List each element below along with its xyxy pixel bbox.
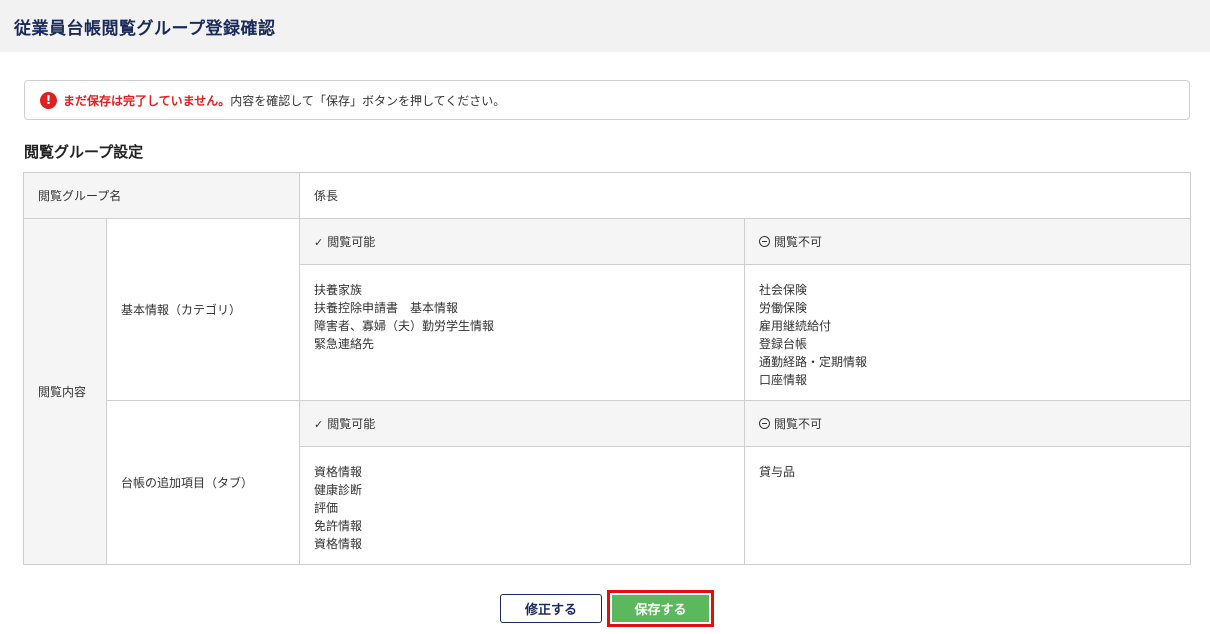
category-label-basic: 基本情報（カテゴリ） (106, 218, 300, 401)
list-item: 資格情報 (314, 465, 363, 479)
allowed-header: ✓ 閲覧可能 (299, 400, 745, 447)
group-name-value: 係長 (298, 172, 1192, 219)
list-item: 扶養控除申請書 基本情報 (314, 301, 459, 315)
list-item: 労働保険 (759, 301, 808, 315)
check-icon: ✓ (314, 236, 324, 249)
denied-list-tab: 貸与品 (743, 446, 1192, 565)
edit-button[interactable]: 修正する (500, 594, 602, 623)
alert-strong-text: まだ保存は完了していません。 (63, 93, 231, 108)
unsaved-alert: ! まだ保存は完了していません。 内容を確認して「保存」ボタンを押してください。 (24, 80, 1190, 120)
save-button-highlight: 保存する (607, 590, 714, 627)
list-item: 健康診断 (314, 483, 363, 497)
list-item: 評価 (314, 501, 339, 515)
list-item: 緊急連絡先 (314, 337, 375, 351)
allowed-list-tab: 資格情報 健康診断 評価 免許情報 資格情報 (299, 446, 745, 565)
denied-list-basic: 社会保険 労働保険 雇用継続給付 登録台帳 通勤経路・定期情報 口座情報 (743, 264, 1192, 401)
list-item: 口座情報 (759, 373, 808, 387)
check-icon: ✓ (314, 418, 324, 431)
page-header: 従業員台帳閲覧グループ登録確認 (0, 0, 1210, 52)
list-item: 登録台帳 (759, 337, 808, 351)
list-item: 社会保険 (759, 283, 808, 297)
save-button[interactable]: 保存する (612, 595, 709, 622)
alert-text: 内容を確認して「保存」ボタンを押してください。 (230, 93, 506, 108)
section-title: 閲覧グループ設定 (24, 143, 144, 161)
list-item: 障害者、寡婦（夫）勤労学生情報 (314, 319, 495, 333)
list-item: 通勤経路・定期情報 (759, 355, 868, 369)
denied-header: 閲覧不可 (743, 218, 1192, 265)
list-item: 雇用継続給付 (759, 319, 832, 333)
category-label-tab: 台帳の追加項目（タブ） (106, 400, 300, 565)
page-title: 従業員台帳閲覧グループ登録確認 (14, 18, 276, 39)
group-settings-table: 閲覧グループ名 係長 閲覧内容 基本情報（カテゴリ） ✓ 閲覧可能 閲覧不可 扶養… (23, 172, 1192, 565)
minus-circle-icon (759, 418, 770, 429)
list-item: 免許情報 (314, 519, 363, 533)
exclamation-icon: ! (40, 91, 57, 109)
group-name-label: 閲覧グループ名 (23, 172, 300, 219)
content-label: 閲覧内容 (23, 218, 107, 565)
minus-circle-icon (759, 236, 770, 247)
allowed-list-basic: 扶養家族 扶養控除申請書 基本情報 障害者、寡婦（夫）勤労学生情報 緊急連絡先 (299, 264, 745, 401)
allowed-header: ✓ 閲覧可能 (299, 218, 745, 265)
denied-header: 閲覧不可 (743, 400, 1192, 447)
list-item: 扶養家族 (314, 283, 363, 297)
list-item: 貸与品 (759, 465, 796, 479)
list-item: 資格情報 (314, 537, 363, 551)
